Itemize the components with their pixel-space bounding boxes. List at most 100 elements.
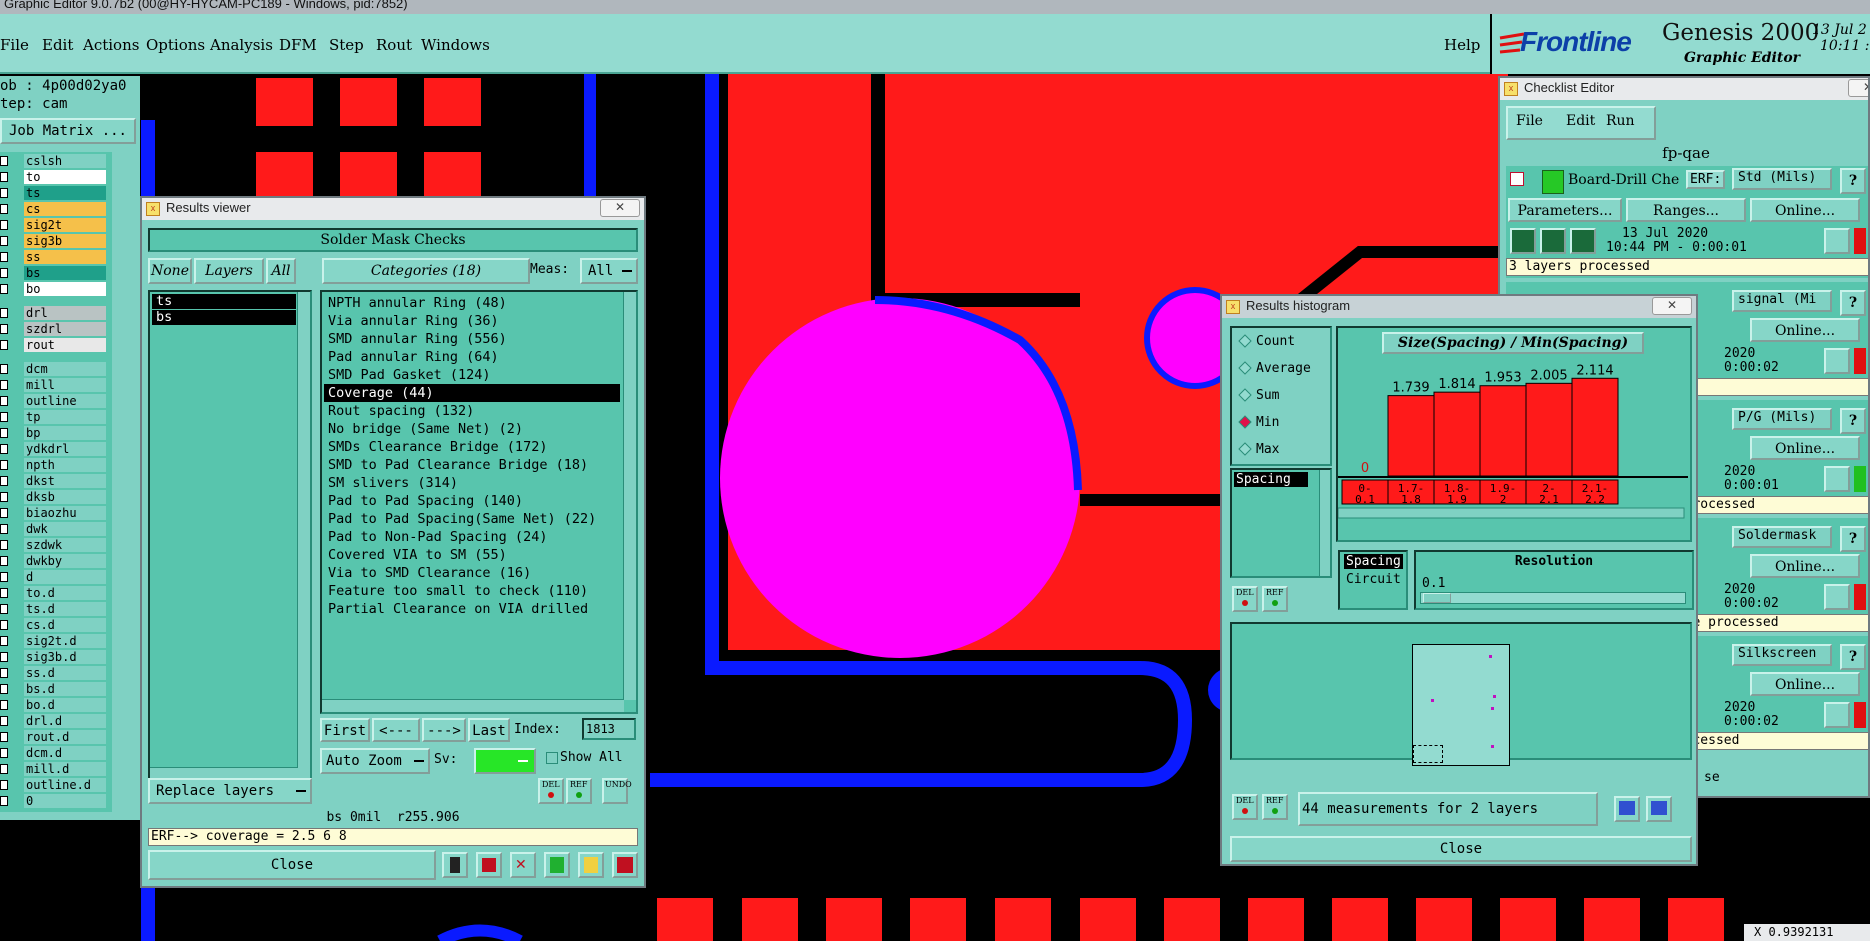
scrollbar-h[interactable] [322,699,624,712]
category-item[interactable]: Coverage (44) [324,384,620,402]
checklist-menu-run[interactable]: Run [1606,113,1635,129]
undo-icon[interactable]: UNDO [602,778,632,804]
layer-row[interactable]: ydkdrl [0,442,110,457]
layer-checkbox[interactable] [0,588,8,598]
list-icon[interactable] [544,852,570,878]
radio-icon[interactable] [1238,415,1252,429]
layer-checkbox[interactable] [0,428,8,438]
layer-checkbox[interactable] [0,220,8,230]
layer-checkbox[interactable] [0,340,8,350]
erf-value[interactable]: Soldermask [1732,526,1832,548]
run-icon[interactable] [1540,228,1566,254]
layer-row[interactable]: dkst [0,474,110,489]
layer-checkbox[interactable] [0,524,8,534]
layer-row[interactable]: sig3b [0,234,110,249]
layer-row[interactable]: mill.d [0,762,110,777]
check-toggle-icon[interactable] [1510,172,1524,186]
layer-row[interactable]: ts [0,186,110,201]
layer-checkbox[interactable] [0,780,8,790]
layer-checkbox[interactable] [0,620,8,630]
layer-checkbox[interactable] [0,764,8,774]
menu-windows[interactable]: Windows [421,36,490,54]
scrollbar-h[interactable] [1338,507,1685,519]
del-icon[interactable]: DEL [1232,586,1258,612]
layer-checkbox[interactable] [0,380,8,390]
close-icon[interactable]: ✕ [1848,79,1868,97]
radio-icon[interactable] [1238,334,1252,348]
layer-row[interactable]: rout [0,338,110,353]
layer-checkbox[interactable] [0,396,8,406]
categories-button[interactable]: Categories (18) [322,258,530,284]
layer-checkbox[interactable] [0,268,8,278]
layer-row[interactable]: dwkby [0,554,110,569]
zoom-icon[interactable] [1824,702,1850,728]
layer-checkbox[interactable] [0,572,8,582]
layer-row[interactable]: bp [0,426,110,441]
checklist-menu-file[interactable]: File [1516,113,1543,129]
layer-row[interactable]: d [0,570,110,585]
category-item[interactable]: Pad to Pad Spacing(Same Net) (22) [324,510,620,528]
layer-row[interactable]: bo [0,282,110,297]
category-item[interactable]: NPTH annular Ring (48) [324,294,620,312]
layer-checkbox[interactable] [0,412,8,422]
erf-value[interactable]: Silkscreen [1732,644,1832,666]
histogram-bar[interactable] [1479,385,1527,477]
layer-checkbox[interactable] [0,540,8,550]
layer-checkbox[interactable] [0,716,8,726]
highlight-icon[interactable] [476,852,502,878]
layer-checkbox[interactable] [0,748,8,758]
layer-row[interactable]: drl [0,306,110,321]
prev-button[interactable]: <--- [372,718,420,742]
layer-checkbox[interactable] [0,604,8,614]
close-icon[interactable]: ✕ [1652,297,1692,315]
close-button[interactable]: Close [148,850,436,880]
last-button[interactable]: Last [468,718,510,742]
network-icon[interactable]: ✕ [510,852,536,878]
run-icon[interactable] [1570,228,1596,254]
menu-rout[interactable]: Rout [376,36,412,54]
category-item[interactable]: Pad to Pad Spacing (140) [324,492,620,510]
zoom-icon[interactable] [1824,348,1850,374]
category-item[interactable]: Via to SMD Clearance (16) [324,564,620,582]
del-icon[interactable]: DEL [1232,794,1258,820]
layer-checkbox[interactable] [0,476,8,486]
erf-value[interactable]: P/G (Mils) [1732,408,1832,430]
category-item[interactable]: Via annular Ring (36) [324,312,620,330]
layer-row[interactable]: dksb [0,490,110,505]
zoom-icon[interactable] [1824,228,1850,254]
ref-icon[interactable]: REF [1262,794,1288,820]
layer-row[interactable]: sig2t.d [0,634,110,649]
layer-row[interactable]: cs [0,202,110,217]
layer-row[interactable]: dcm [0,362,110,377]
del-icon[interactable]: DEL [538,778,564,804]
layer-row[interactable]: mill [0,378,110,393]
menu-options[interactable]: Options [146,36,205,54]
category-item[interactable]: SMD Pad Gasket (124) [324,366,620,384]
layer-row[interactable]: cslsh [0,154,110,169]
replace-layers-button[interactable]: Replace layers [148,778,312,804]
layer-checkbox[interactable] [0,460,8,470]
layer-row[interactable]: to.d [0,586,110,601]
layer-checkbox[interactable] [0,364,8,374]
layer-row[interactable]: 0 [0,794,110,809]
menu-edit[interactable]: Edit [42,36,73,54]
layer-checkbox[interactable] [0,284,8,294]
help-icon[interactable]: ? [1840,290,1866,316]
erf-value[interactable]: Std (Mils) [1732,168,1832,190]
layer-checkbox[interactable] [0,444,8,454]
help-icon[interactable]: ? [1840,526,1866,552]
category-item[interactable]: Rout spacing (132) [324,402,620,420]
online-button[interactable]: Online... [1750,318,1860,342]
category-item[interactable]: Pad annular Ring (64) [324,348,620,366]
help-icon[interactable]: ? [1840,644,1866,670]
layer-checkbox[interactable] [0,684,8,694]
selected-layer-item[interactable]: bs [152,310,296,325]
menu-analysis[interactable]: Analysis [210,36,273,54]
window-view-icon[interactable] [1646,796,1672,822]
scrollbar-v[interactable] [623,292,636,700]
layer-row[interactable]: rout.d [0,730,110,745]
layer-row[interactable]: cs.d [0,618,110,633]
resolution-slider[interactable] [1420,592,1686,604]
layer-checkbox[interactable] [0,508,8,518]
online-button[interactable]: Online... [1750,554,1860,578]
